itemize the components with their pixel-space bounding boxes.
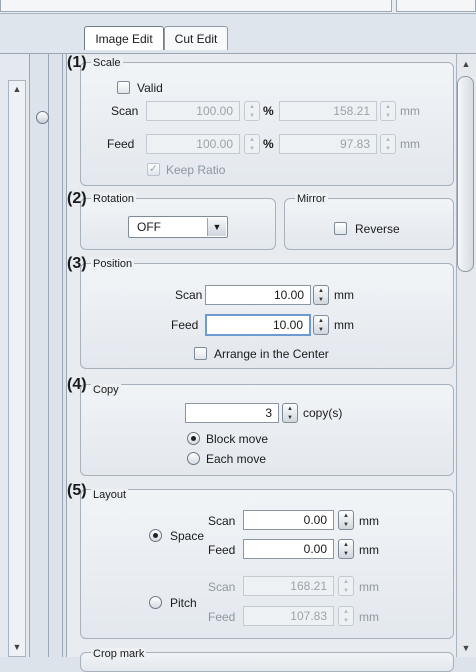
scan-mm-field[interactable]: 158.21 xyxy=(279,101,377,121)
block-move-radio[interactable] xyxy=(187,432,200,445)
pitch-label: Pitch xyxy=(170,596,197,610)
position-number: (3) xyxy=(67,255,87,272)
pitch-feed-spinner[interactable]: ▲ ▼ xyxy=(338,606,354,626)
pitch-radio[interactable] xyxy=(149,596,162,609)
space-feed-field[interactable]: 0.00 xyxy=(243,539,334,559)
scrollbar-thumb[interactable] xyxy=(457,76,474,272)
feed-mm-field[interactable]: 97.83 xyxy=(279,134,377,154)
feed-percent-unit: % xyxy=(263,137,274,151)
pitch-feed-label: Feed xyxy=(208,610,236,624)
copy-title: Copy xyxy=(91,384,121,396)
layout-title: Layout xyxy=(91,489,129,501)
rotation-select[interactable]: OFF ▼ xyxy=(128,216,228,238)
keep-ratio-checkbox[interactable]: ✓ xyxy=(147,163,160,176)
position-feed-spinner[interactable]: ▲ ▼ xyxy=(313,315,329,335)
space-label: Space xyxy=(170,529,205,543)
scan-percent-unit: % xyxy=(263,104,274,118)
feed-mm-unit: mm xyxy=(400,137,420,151)
copy-unit: copy(s) xyxy=(303,406,343,420)
each-move-radio[interactable] xyxy=(187,452,200,465)
splitter-line xyxy=(48,54,49,657)
feed-percent-field[interactable]: 100.00 xyxy=(146,134,240,154)
copy-count-field[interactable]: 3 xyxy=(185,403,279,423)
space-feed-unit: mm xyxy=(359,543,379,557)
splitter[interactable] xyxy=(30,54,62,657)
valid-label: Valid xyxy=(137,81,163,95)
space-scan-label: Scan xyxy=(208,514,236,528)
scan-mm-unit: mm xyxy=(400,104,420,118)
left-scrollbar[interactable] xyxy=(8,80,26,657)
pitch-feed-unit: mm xyxy=(359,610,379,624)
block-move-label: Block move xyxy=(206,432,269,446)
scroll-up-icon[interactable]: ▲ xyxy=(458,56,474,72)
top-field xyxy=(0,0,392,12)
position-scan-label: Scan xyxy=(175,288,203,302)
rotation-title: Rotation xyxy=(91,193,136,205)
feed-percent-spinner[interactable]: ▲ ▼ xyxy=(244,134,260,154)
space-radio[interactable] xyxy=(149,529,162,542)
each-move-label: Each move xyxy=(206,452,267,466)
pitch-scan-unit: mm xyxy=(359,580,379,594)
position-title: Position xyxy=(91,258,135,270)
splitter-line-2 xyxy=(62,54,63,657)
position-feed-field[interactable]: 10.00 xyxy=(205,314,311,336)
layout-number: (5) xyxy=(67,482,87,499)
space-scan-unit: mm xyxy=(359,514,379,528)
position-scan-spinner[interactable]: ▲ ▼ xyxy=(313,285,329,305)
scan-percent-field[interactable]: 100.00 xyxy=(146,101,240,121)
arrange-center-checkbox[interactable] xyxy=(194,347,207,360)
scale-feed-label: Feed xyxy=(107,137,135,151)
splitter-knob[interactable] xyxy=(36,111,49,124)
space-feed-label: Feed xyxy=(208,543,236,557)
rotation-value: OFF xyxy=(137,220,161,234)
rotation-number: (2) xyxy=(67,190,87,207)
feed-mm-spinner[interactable]: ▲ ▼ xyxy=(380,134,396,154)
tab-image-edit[interactable]: Image Edit xyxy=(84,26,164,50)
scan-percent-spinner[interactable]: ▲ ▼ xyxy=(244,101,260,121)
space-scan-spinner[interactable]: ▲ ▼ xyxy=(338,510,354,530)
scale-title: Scale xyxy=(91,57,123,69)
scroll-down-icon[interactable]: ▼ xyxy=(458,640,474,656)
keep-ratio-label: Keep Ratio xyxy=(166,163,226,177)
position-feed-label: Feed xyxy=(171,318,199,332)
scroll-up-icon[interactable]: ▲ xyxy=(9,82,25,96)
mirror-title: Mirror xyxy=(295,193,328,205)
tab-bar xyxy=(0,14,476,54)
copy-number: (4) xyxy=(67,376,87,393)
pitch-feed-field[interactable]: 107.83 xyxy=(243,606,334,626)
arrange-center-label: Arrange in the Center xyxy=(214,347,329,361)
copy-group xyxy=(80,384,454,476)
tab-cut-edit[interactable]: Cut Edit xyxy=(164,26,228,50)
position-scan-field[interactable]: 10.00 xyxy=(205,285,311,305)
pitch-scan-field[interactable]: 168.21 xyxy=(243,576,334,596)
radio-dot-icon xyxy=(153,533,158,538)
scan-mm-spinner[interactable]: ▲ ▼ xyxy=(380,101,396,121)
copy-count-spinner[interactable]: ▲ ▼ xyxy=(282,403,298,423)
pitch-scan-spinner[interactable]: ▲ ▼ xyxy=(338,576,354,596)
top-field-right xyxy=(396,0,476,12)
scale-number: (1) xyxy=(67,54,87,71)
valid-checkbox[interactable] xyxy=(117,81,130,94)
crop-mark-title: Crop mark xyxy=(91,648,147,660)
radio-dot-icon xyxy=(191,436,196,441)
pitch-scan-label: Scan xyxy=(208,580,236,594)
reverse-label: Reverse xyxy=(355,222,400,236)
chevron-down-icon: ▼ xyxy=(207,218,226,236)
reverse-checkbox[interactable] xyxy=(334,222,347,235)
position-feed-unit: mm xyxy=(334,318,354,332)
space-feed-spinner[interactable]: ▲ ▼ xyxy=(338,539,354,559)
scale-scan-label: Scan xyxy=(111,104,139,118)
scroll-down-icon[interactable]: ▼ xyxy=(9,640,25,654)
position-scan-unit: mm xyxy=(334,288,354,302)
space-scan-field[interactable]: 0.00 xyxy=(243,510,334,530)
